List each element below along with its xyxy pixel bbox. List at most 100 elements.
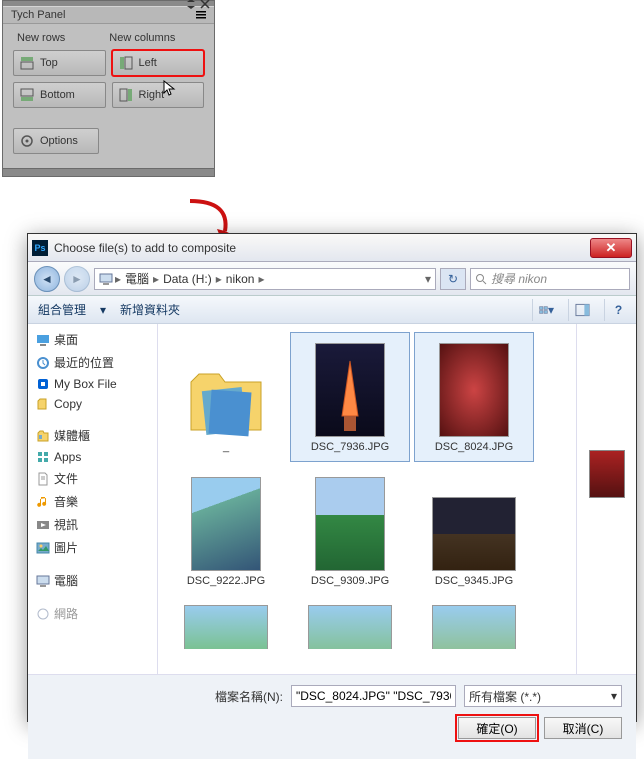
collapse-icon[interactable] [186,0,196,9]
thumbnail [191,477,261,571]
close-panel-icon[interactable] [200,0,210,9]
sidebar-item-music[interactable]: 音樂 [30,490,155,513]
crumb-pc[interactable]: 電腦 [123,270,151,287]
rows-header: New rows [17,32,65,44]
panel-title-text: Tych Panel [11,9,65,21]
thumbnail [439,343,509,437]
panel-headers: New rows New columns [13,32,204,44]
preview-thumbnail [589,450,625,498]
crumb-drive[interactable]: Data (H:) [161,272,214,286]
sidebar-label: 電腦 [54,572,78,589]
chevron-icon: ▸ [115,272,121,286]
sidebar-item-docs[interactable]: 文件 [30,467,155,490]
crumb-folder[interactable]: nikon [224,272,257,286]
right-button[interactable]: Right [112,82,205,108]
file-tile[interactable] [166,600,286,650]
file-tile[interactable]: DSC_8024.JPG [414,332,534,462]
file-label: DSC_9222.JPG [187,575,265,587]
left-button[interactable]: Left [112,50,205,76]
computer-icon [99,272,113,286]
sidebar-item-copy[interactable]: Copy [30,394,155,414]
file-label: _ [223,441,229,453]
dropdown-icon[interactable]: ▾ [425,272,431,286]
left-label: Left [139,57,157,69]
close-button[interactable]: ✕ [590,238,632,258]
sidebar-item-network[interactable]: 網路 [30,602,155,625]
dialog-toolbar: 組合管理 ▾ 新增資料夾 ▾ ? [28,296,636,324]
cols-header: New columns [109,32,175,44]
help-icon[interactable]: ? [604,299,626,321]
sidebar-label: Apps [54,450,81,464]
dialog-navbar: ◄ ► ▸ 電腦 ▸ Data (H:) ▸ nikon ▸ ▾ ↻ 搜尋 ni… [28,262,636,296]
dialog-titlebar: Ps Choose file(s) to add to composite ✕ [28,234,636,262]
file-tile[interactable]: DSC_9222.JPG [166,466,286,596]
view-mode-icon[interactable]: ▾ [532,299,554,321]
cancel-button[interactable]: 取消(C) [544,717,622,739]
thumbnail [308,605,392,650]
file-label: DSC_9309.JPG [311,575,389,587]
file-tile[interactable]: DSC_9345.JPG [414,466,534,596]
address-bar[interactable]: ▸ 電腦 ▸ Data (H:) ▸ nikon ▸ ▾ [94,268,436,290]
search-placeholder: 搜尋 nikon [491,270,547,287]
sidebar-label: 媒體櫃 [54,427,90,444]
panel-menu-icon[interactable] [196,10,206,20]
file-tile[interactable]: DSC_9309.JPG [290,466,410,596]
tych-panel: Tych Panel New rows New columns Top Left… [2,0,215,177]
top-button[interactable]: Top [13,50,106,76]
folder-icon [186,367,266,437]
sidebar-label: 音樂 [54,493,78,510]
chevron-icon: ▸ [258,272,264,286]
thumbnail [184,605,268,650]
file-label: DSC_8024.JPG [435,441,513,453]
options-label: Options [40,135,78,147]
sidebar-item-mybox[interactable]: My Box File [30,374,155,394]
button-grid: Top Left Bottom Right [13,50,204,108]
search-input[interactable]: 搜尋 nikon [470,268,630,290]
file-tile[interactable] [414,600,534,650]
chevron-icon: ▸ [216,272,222,286]
sidebar-item-media[interactable]: 媒體櫃 [30,424,155,447]
file-tile[interactable]: DSC_7936.JPG [290,332,410,462]
col-right-icon [119,88,133,102]
organize-menu[interactable]: 組合管理 [38,301,86,318]
newfolder-button[interactable]: 新增資料夾 [120,301,180,318]
dropdown-icon: ▾ [100,303,106,317]
col-left-icon [119,56,133,70]
bottom-button[interactable]: Bottom [13,82,106,108]
photoshop-icon: Ps [32,240,48,256]
file-area[interactable]: _ DSC_7936.JPG DSC_8024.JPG DSC_9222.JPG… [158,324,576,674]
forward-button[interactable]: ► [64,266,90,292]
panel-footer [3,168,214,176]
top-label: Top [40,57,58,69]
thumbnail [432,497,516,571]
file-tile[interactable] [290,600,410,650]
sidebar-label: My Box File [54,377,117,391]
cursor-icon [162,80,178,96]
sidebar-item-recent[interactable]: 最近的位置 [30,351,155,374]
chevron-icon: ▸ [153,272,159,286]
sidebar: 桌面 最近的位置 My Box File Copy 媒體櫃 Apps 文件 音樂… [28,324,158,674]
preview-pane-icon[interactable] [568,299,590,321]
sidebar-item-pics[interactable]: 圖片 [30,536,155,559]
filter-dropdown[interactable]: 所有檔案 (*.*)▾ [464,685,622,707]
row-bottom-icon [20,88,34,102]
ok-button[interactable]: 確定(O) [458,717,536,739]
sidebar-item-video[interactable]: 視訊 [30,513,155,536]
options-button[interactable]: Options [13,128,99,154]
bottom-label: Bottom [40,89,75,101]
back-button[interactable]: ◄ [34,266,60,292]
refresh-button[interactable]: ↻ [440,268,466,290]
sidebar-label: 網路 [54,605,78,622]
thumbnail [315,477,385,571]
file-dialog: Ps Choose file(s) to add to composite ✕ … [27,233,637,722]
sidebar-label: 桌面 [54,331,78,348]
sidebar-label: 視訊 [54,516,78,533]
folder-tile[interactable]: _ [166,332,286,462]
sidebar-item-apps[interactable]: Apps [30,447,155,467]
sidebar-label: Copy [54,397,82,411]
dialog-bottom: 檔案名稱(N): 所有檔案 (*.*)▾ 確定(O) 取消(C) [28,674,636,759]
filename-input[interactable] [291,685,456,707]
sidebar-item-computer[interactable]: 電腦 [30,569,155,592]
thumbnail [432,605,516,650]
sidebar-item-desktop[interactable]: 桌面 [30,328,155,351]
